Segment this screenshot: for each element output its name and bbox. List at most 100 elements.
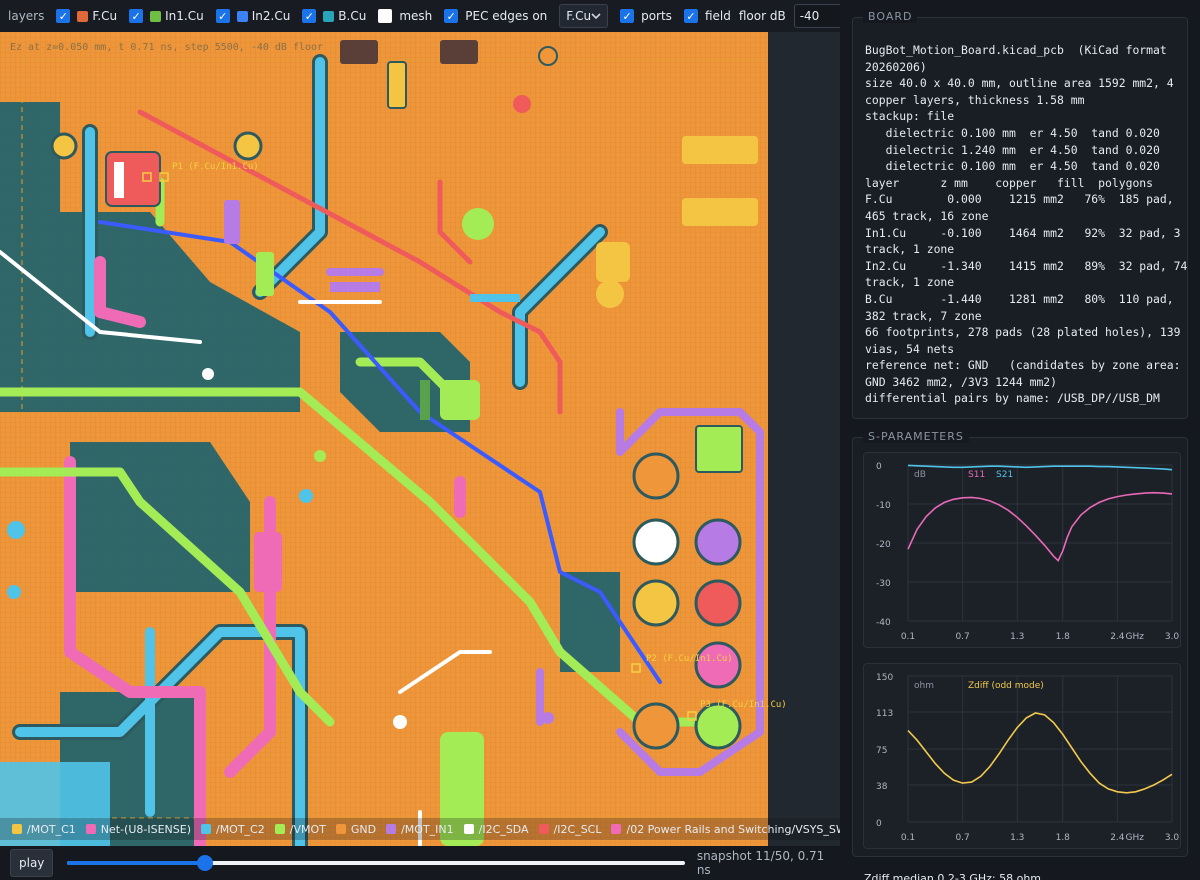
legend-item: GND bbox=[335, 822, 377, 836]
legend-label: /VMOT bbox=[289, 822, 326, 836]
snapshot-slider[interactable] bbox=[67, 855, 685, 871]
legend-label: /MOT_IN1 bbox=[401, 822, 454, 836]
board-info-line: copper layers, thickness 1.58 mm bbox=[865, 92, 1085, 107]
legend-swatch bbox=[611, 824, 622, 834]
board-margin bbox=[768, 32, 840, 846]
y-tick-label: 75 bbox=[876, 746, 887, 756]
layer-toggle-in2cu[interactable]: ✓ In2.Cu bbox=[215, 9, 290, 23]
board-info-line: 382 track, 7 zone bbox=[865, 308, 982, 323]
board-info-line: size 40.0 x 40.0 mm, outline area 1592 m… bbox=[865, 76, 1174, 91]
layer-swatch bbox=[236, 10, 248, 22]
checkbox-icon[interactable]: ✓ bbox=[56, 9, 71, 23]
legend-item: Net-(U8-ISENSE) bbox=[85, 823, 191, 836]
board-info-line: stackup: file bbox=[865, 109, 955, 124]
x-tick-label: 1.3 bbox=[1010, 632, 1024, 642]
x-axis-label: GHz bbox=[1126, 833, 1145, 843]
pec-layer-value: F.Cu bbox=[566, 9, 592, 23]
legend-swatch bbox=[463, 824, 474, 834]
checkbox-icon[interactable]: ✓ bbox=[302, 9, 317, 23]
layer-swatch bbox=[150, 10, 162, 22]
y-tick-label: -40 bbox=[876, 618, 891, 628]
layer-toggle-bcu[interactable]: ✓ B.Cu bbox=[302, 9, 366, 23]
info-sidebar: BOARD BugBot_Motion_Board.kicad_pcb (KiC… bbox=[840, 0, 1200, 880]
checkbox-icon[interactable]: ✓ bbox=[620, 9, 635, 23]
series-legend-label: S11 bbox=[968, 470, 985, 480]
legend-item: /I2C_SCL bbox=[538, 823, 601, 836]
x-tick-label: 1.8 bbox=[1056, 632, 1071, 642]
board-info-line: reference net: GND (candidates by zone a… bbox=[865, 358, 1181, 373]
board-panel: BOARD BugBot_Motion_Board.kicad_pcb (KiC… bbox=[852, 10, 1188, 419]
port-label-p1: P1 (F.Cu/In1.Cu) bbox=[172, 162, 259, 172]
legend-label: /02 Power Rails and Switching/VSYS_SW bbox=[626, 822, 840, 836]
legend-swatch bbox=[335, 824, 346, 834]
legend-item: /MOT_C1 bbox=[12, 823, 76, 836]
chart-svg: 0 -10 -20 -30 -40 0.1 0.7 1.3 1.8 2.4 3.0 GHz dB S11 S… bbox=[876, 462, 1179, 642]
x-tick-label: 0.1 bbox=[901, 833, 915, 843]
checkbox-icon[interactable]: ✓ bbox=[215, 9, 230, 23]
chart-svg: 150 113 75 38 0 0.1 0.7 1.3 1.8 2.4 3.0 GHz ohm Zdiff… bbox=[876, 673, 1179, 843]
x-tick-label: 1.8 bbox=[1056, 833, 1071, 843]
layer-label: In1.Cu bbox=[165, 9, 204, 23]
legend-item: /MOT_IN1 bbox=[386, 823, 454, 836]
board-info-line: GND 3462 mm2, /3V3 1244 mm2) bbox=[865, 374, 1058, 389]
series-line-s11 bbox=[907, 491, 1173, 562]
y-axis-label: dB bbox=[914, 470, 926, 480]
layer-label: B.Cu bbox=[338, 9, 367, 23]
y-tick-label: 150 bbox=[876, 673, 893, 683]
board-info-line: In1.Cu -0.100 1464 mm2 92% 32 pad, 3 bbox=[865, 225, 1181, 240]
pcb-field-canvas[interactable]: Ez at z=0.050 mm, t 0.71 ns, step 5500, … bbox=[0, 32, 840, 846]
legend-label: GND bbox=[350, 822, 377, 836]
zdiff-median-text: Zdiff median 0.2-3 GHz: 58 ohm bbox=[864, 872, 1042, 880]
legend-label: /MOT_C2 bbox=[215, 822, 265, 836]
board-info-line: differential pairs by name: /USB_DP//USB… bbox=[865, 391, 1160, 406]
board-info-line: vias, 54 nets bbox=[865, 341, 955, 356]
s-parameters-panel: S-PARAMETERS 0 -10 -20 -30 -40 0.1 0.7 1.3 1.8 2.… bbox=[852, 430, 1188, 857]
slider-thumb[interactable] bbox=[197, 855, 214, 871]
board-panel-title: BOARD bbox=[863, 10, 918, 23]
checkbox-icon[interactable]: ✓ bbox=[683, 9, 698, 23]
y-axis-label: ohm bbox=[914, 681, 934, 691]
x-tick-label: 2.4 bbox=[1110, 833, 1125, 843]
legend-swatch bbox=[85, 824, 96, 834]
floor-db-label: floor dB bbox=[738, 9, 786, 23]
checkbox-icon[interactable]: ✓ bbox=[444, 9, 459, 23]
series-legend-label: Zdiff (odd mode) bbox=[968, 681, 1044, 691]
pec-edges-toggle[interactable]: ✓ PEC edges on bbox=[444, 9, 547, 23]
y-tick-label: -10 bbox=[876, 501, 891, 511]
s-parameter-plot: 0 -10 -20 -30 -40 0.1 0.7 1.3 1.8 2.4 3.0 GHz dB S11 S… bbox=[863, 452, 1181, 648]
board-info-line: BugBot_Motion_Board.kicad_pcb (KiCad for… bbox=[865, 43, 1167, 57]
y-tick-label: -30 bbox=[876, 579, 891, 589]
mesh-toggle[interactable]: mesh bbox=[378, 9, 432, 23]
board-info-line: track, 1 zone bbox=[865, 275, 955, 290]
legend-label: /I2C_SDA bbox=[478, 822, 529, 836]
board-info-line: B.Cu -1.440 1281 mm2 80% 110 pad, bbox=[865, 291, 1174, 306]
layer-toggle-in1cu[interactable]: ✓ In1.Cu bbox=[129, 9, 204, 23]
board-info-line: dielectric 1.240 mm er 4.50 tand 0.020 bbox=[865, 142, 1160, 157]
checkbox-icon[interactable] bbox=[378, 9, 393, 23]
mesh-label: mesh bbox=[399, 9, 433, 23]
board-info-text: BugBot_Motion_Board.kicad_pcb (KiCad for… bbox=[865, 42, 1187, 407]
series-line-zdiff-odd-mode- bbox=[907, 712, 1173, 794]
slider-fill bbox=[67, 861, 206, 865]
field-status-line: Ez at z=0.050 mm, t 0.71 ns, step 5500, … bbox=[10, 42, 324, 53]
board-info-line: dielectric 0.100 mm er 4.50 tand 0.020 bbox=[865, 125, 1160, 140]
play-button[interactable]: play bbox=[10, 849, 54, 877]
field-toggle[interactable]: ✓ field bbox=[683, 9, 731, 23]
board-info-line: layer z mm copper fill polygons bbox=[865, 175, 1154, 190]
legend-item: /MOT_C2 bbox=[200, 822, 265, 836]
board-info-line: 66 footprints, 278 pads (28 plated holes… bbox=[865, 325, 1181, 340]
checkbox-icon[interactable]: ✓ bbox=[129, 9, 144, 23]
pec-layer-select[interactable]: F.Cu bbox=[559, 4, 609, 28]
x-tick-label: 0.1 bbox=[901, 632, 915, 642]
port-label-p2: P2 (F.Cu/In1.Cu) bbox=[646, 654, 733, 664]
snapshot-readout: snapshot 11/50, 0.71 ns bbox=[696, 849, 825, 877]
y-tick-label: 0 bbox=[876, 819, 882, 829]
pcb-board-view[interactable] bbox=[0, 32, 840, 846]
ports-toggle[interactable]: ✓ ports bbox=[620, 9, 672, 23]
port-label-p3: P3 (F.Cu/In1.Cu) bbox=[700, 700, 787, 710]
net-legend: /MOT_C1 Net-(U8-ISENSE) /MOT_C2/VMOT GND/MO… bbox=[0, 818, 840, 840]
legend-label: /MOT_C1 bbox=[27, 822, 76, 836]
y-tick-label: -20 bbox=[876, 540, 891, 550]
chevron-down-icon bbox=[591, 9, 601, 23]
layer-toggle-fcu[interactable]: ✓ F.Cu bbox=[56, 9, 117, 23]
